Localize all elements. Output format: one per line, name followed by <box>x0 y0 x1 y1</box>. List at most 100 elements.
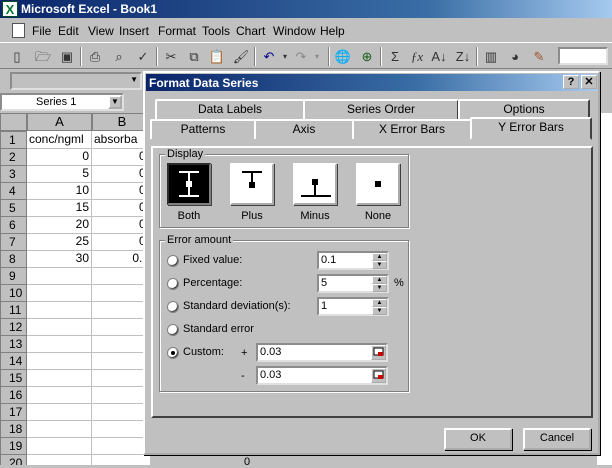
menu-file[interactable]: File <box>32 24 51 38</box>
row-header[interactable]: 6 <box>0 216 27 234</box>
table-cell[interactable] <box>92 301 150 319</box>
table-cell[interactable] <box>92 403 150 421</box>
sheet-grid[interactable]: A B 1conc/ngmlabsorba200.350.4100.5150.6… <box>0 113 150 465</box>
help-button[interactable]: ? <box>563 75 579 89</box>
tab-x-error-bars[interactable]: X Error Bars <box>352 119 472 139</box>
row-header[interactable]: 2 <box>0 148 27 166</box>
table-cell[interactable] <box>27 301 92 319</box>
display-minus-button[interactable] <box>293 163 337 205</box>
drawing-icon[interactable]: ✎ <box>530 48 548 65</box>
table-cell[interactable] <box>92 420 150 438</box>
table-cell[interactable]: 0 <box>27 148 92 166</box>
table-cell[interactable]: 0. <box>92 148 150 166</box>
menu-window[interactable]: Window <box>273 24 316 38</box>
table-cell[interactable]: 0. <box>92 233 150 251</box>
display-both-button[interactable] <box>167 163 211 205</box>
custom-minus-input[interactable]: 0.03 <box>256 366 388 385</box>
copy-icon[interactable]: ⧉ <box>185 48 203 65</box>
tab-options[interactable]: Options <box>458 99 590 119</box>
table-cell[interactable]: 0. <box>92 216 150 234</box>
table-cell[interactable] <box>27 318 92 336</box>
table-cell[interactable] <box>27 403 92 421</box>
redo-dropdown-icon[interactable]: ▾ <box>308 48 326 65</box>
row-header[interactable]: 4 <box>0 182 27 200</box>
paste-icon[interactable]: 📋 <box>208 48 226 65</box>
cancel-button[interactable]: Cancel <box>523 428 591 450</box>
menu-tools[interactable]: Tools <box>202 24 230 38</box>
table-cell[interactable] <box>27 454 92 465</box>
name-box[interactable]: Series 1 ▼ <box>0 93 124 111</box>
table-cell[interactable] <box>27 352 92 370</box>
menu-view[interactable]: View <box>88 24 114 38</box>
format-painter-icon[interactable]: 🖌 <box>232 48 250 65</box>
row-header[interactable]: 7 <box>0 233 27 251</box>
row-header[interactable]: 8 <box>0 250 27 268</box>
std-error-radio[interactable] <box>167 324 179 336</box>
sort-ascending-icon[interactable]: A↓ <box>430 48 448 65</box>
sort-descending-icon[interactable]: Z↓ <box>454 48 472 65</box>
display-plus-button[interactable] <box>230 163 274 205</box>
function-icon[interactable]: ƒx <box>408 48 426 65</box>
table-cell[interactable]: 15 <box>27 199 92 217</box>
table-cell[interactable] <box>92 352 150 370</box>
hyperlink-icon[interactable]: 🌐 <box>334 48 352 65</box>
map-icon[interactable]: ◕ <box>506 48 524 65</box>
row-header[interactable]: 19 <box>0 437 27 455</box>
column-header-a[interactable]: A <box>27 113 92 131</box>
save-icon[interactable]: ▣ <box>58 48 76 65</box>
row-header[interactable]: 9 <box>0 267 27 285</box>
row-header[interactable]: 17 <box>0 403 27 421</box>
display-none-button[interactable] <box>356 163 400 205</box>
table-cell[interactable]: 20 <box>27 216 92 234</box>
table-cell[interactable]: 0.7 <box>92 250 150 268</box>
table-cell[interactable] <box>27 284 92 302</box>
table-cell[interactable]: conc/ngml <box>27 131 92 149</box>
stddev-input[interactable]: 1 ▲ ▼ <box>317 297 389 316</box>
close-button[interactable]: ✕ <box>581 75 597 89</box>
table-cell[interactable]: 10 <box>27 182 92 200</box>
column-header-b[interactable]: B <box>92 113 150 131</box>
table-cell[interactable] <box>27 369 92 387</box>
spelling-icon[interactable]: ✓ <box>134 48 152 65</box>
tab-series-order[interactable]: Series Order <box>303 99 459 119</box>
row-header[interactable]: 1 <box>0 131 27 149</box>
menu-insert[interactable]: Insert <box>119 24 149 38</box>
collapse-dialog-icon[interactable] <box>371 368 386 383</box>
table-cell[interactable] <box>92 284 150 302</box>
table-cell[interactable] <box>92 386 150 404</box>
table-cell[interactable] <box>27 335 92 353</box>
table-cell[interactable] <box>27 386 92 404</box>
table-cell[interactable] <box>92 318 150 336</box>
tab-data-labels[interactable]: Data Labels <box>155 99 305 119</box>
row-header[interactable]: 11 <box>0 301 27 319</box>
spin-up-icon[interactable]: ▲ <box>372 253 387 261</box>
row-header[interactable]: 15 <box>0 369 27 387</box>
row-header[interactable]: 16 <box>0 386 27 404</box>
table-cell[interactable] <box>92 437 150 455</box>
new-icon[interactable]: ▯ <box>8 48 26 65</box>
stddev-radio[interactable] <box>167 301 179 313</box>
chart-objects-combo[interactable]: ▼ <box>10 72 142 90</box>
fixed-value-radio[interactable] <box>167 255 179 267</box>
row-header[interactable]: 10 <box>0 284 27 302</box>
custom-plus-input[interactable]: 0.03 <box>256 343 388 362</box>
cut-icon[interactable]: ✂ <box>162 48 180 65</box>
select-all-corner[interactable] <box>0 113 27 131</box>
table-cell[interactable]: 0. <box>92 165 150 183</box>
spin-down-icon[interactable]: ▼ <box>372 307 387 315</box>
chart-wizard-icon[interactable]: ▥ <box>482 48 500 65</box>
collapse-dialog-icon[interactable] <box>371 345 386 360</box>
spin-down-icon[interactable]: ▼ <box>372 261 387 269</box>
open-icon[interactable]: 🗁 <box>34 48 52 65</box>
table-cell[interactable] <box>27 437 92 455</box>
menu-edit[interactable]: Edit <box>58 24 79 38</box>
tab-axis[interactable]: Axis <box>254 119 354 139</box>
row-header[interactable]: 14 <box>0 352 27 370</box>
spin-up-icon[interactable]: ▲ <box>372 276 387 284</box>
tab-y-error-bars[interactable]: Y Error Bars <box>470 117 592 140</box>
percentage-input[interactable]: 5 ▲ ▼ <box>317 274 389 293</box>
row-header[interactable]: 18 <box>0 420 27 438</box>
row-header[interactable]: 13 <box>0 335 27 353</box>
row-header[interactable]: 12 <box>0 318 27 336</box>
row-header[interactable]: 20 <box>0 454 27 465</box>
